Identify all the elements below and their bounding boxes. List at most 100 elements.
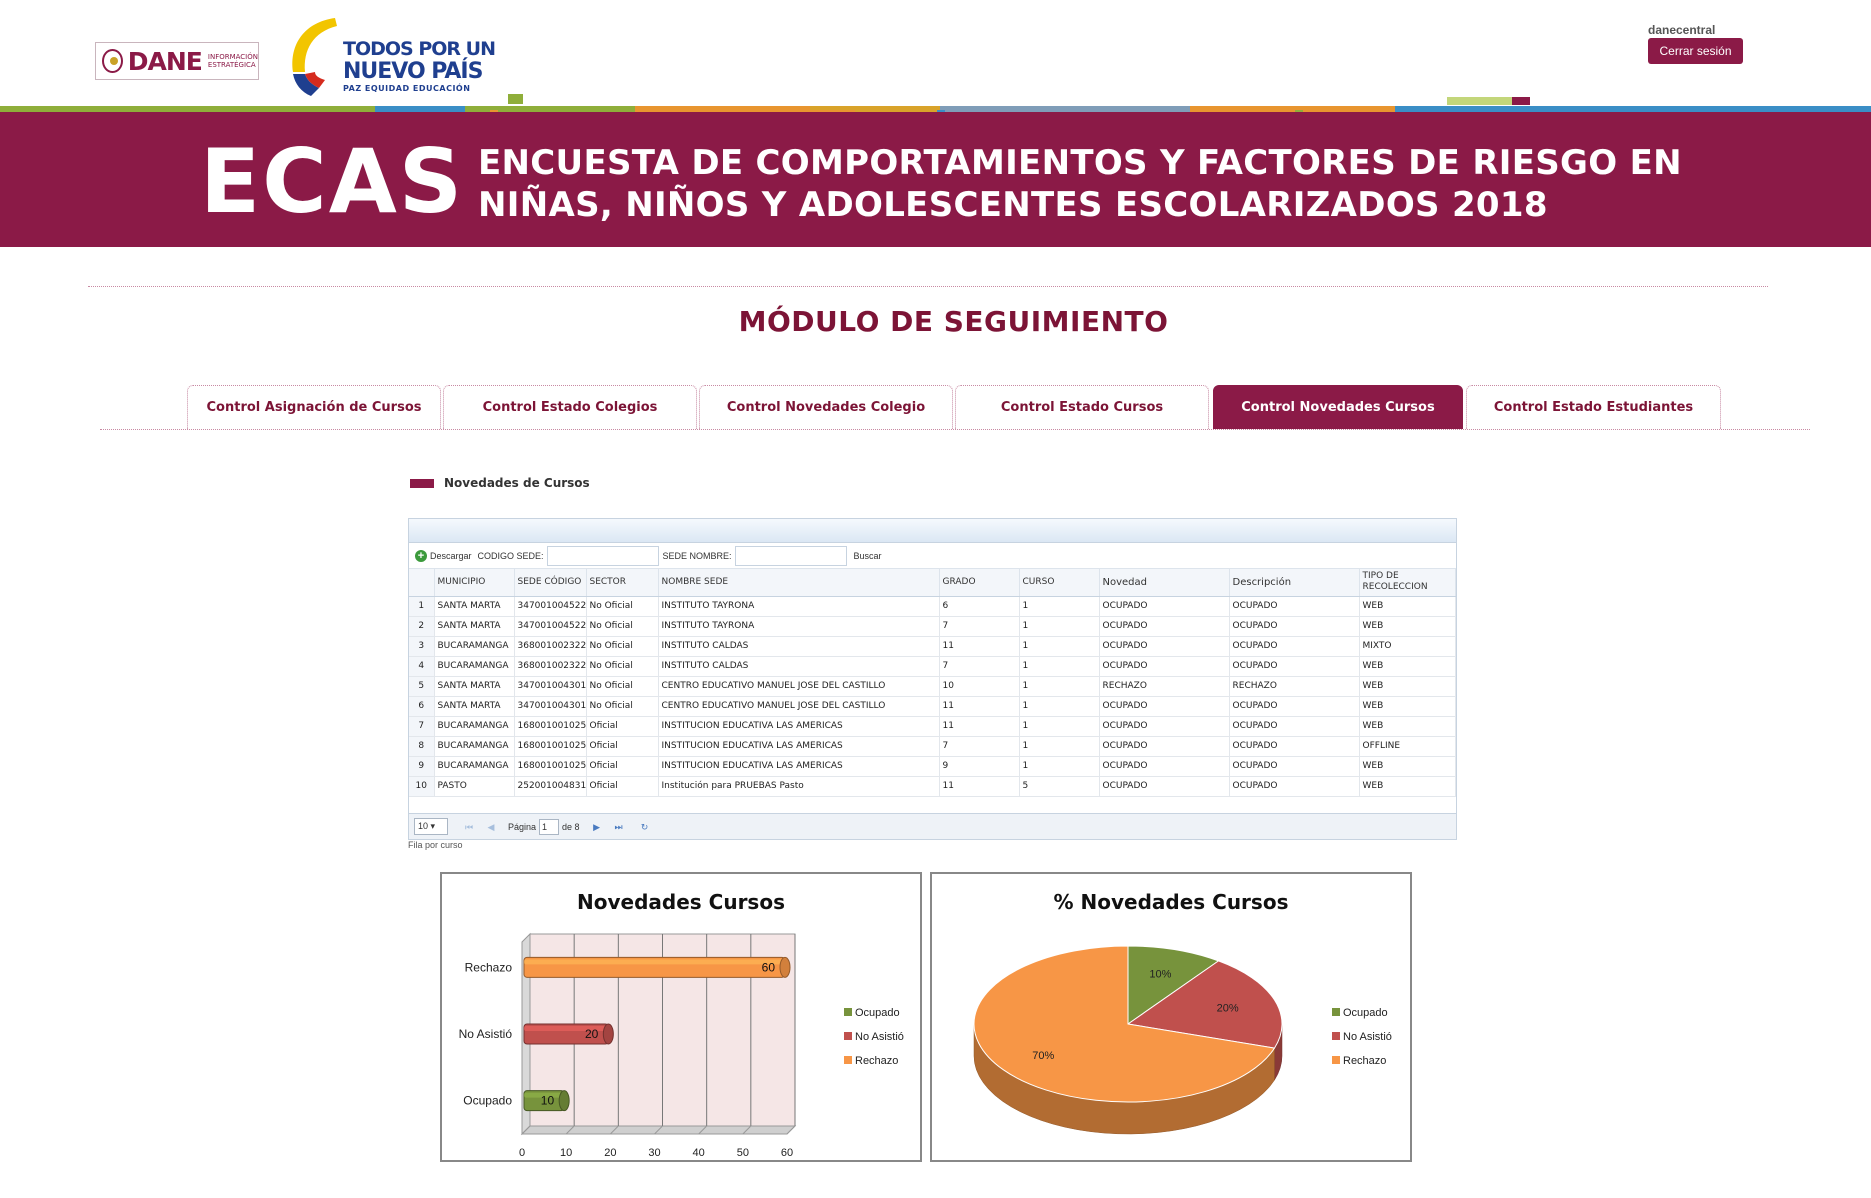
legend-swatch bbox=[844, 1032, 852, 1040]
logout-button[interactable]: Cerrar sesión bbox=[1648, 38, 1743, 64]
legend-label: No Asistió bbox=[1343, 1031, 1392, 1043]
table-row[interactable]: 6 SANTA MARTA 347001004301 No Oficial CENTRO… bbox=[409, 696, 1456, 717]
column-header-rownum bbox=[409, 569, 435, 597]
row-number: 10 bbox=[409, 776, 435, 797]
column-header[interactable]: Novedad bbox=[1099, 569, 1230, 597]
row-number: 7 bbox=[409, 716, 435, 737]
search-button[interactable]: Buscar bbox=[854, 551, 882, 561]
table-row[interactable]: 7 BUCARAMANGA 168001001025 Oficial INSTITUCI… bbox=[409, 716, 1456, 737]
page-number-input[interactable]: 1 bbox=[539, 818, 560, 835]
column-header[interactable]: SECTOR bbox=[586, 569, 659, 597]
sede-nombre-input[interactable] bbox=[734, 545, 847, 566]
column-header[interactable]: NOMBRE SEDE bbox=[658, 569, 940, 597]
bar-data-label: 60 bbox=[762, 960, 776, 974]
table-cell: No Oficial bbox=[586, 676, 659, 697]
table-cell: 7 bbox=[939, 656, 1020, 677]
table-cell: 11 bbox=[939, 636, 1020, 657]
table-row[interactable]: 8 BUCARAMANGA 168001001025 Oficial INSTITUCI… bbox=[409, 736, 1456, 757]
table-cell: WEB bbox=[1359, 596, 1456, 617]
grid-toolbar: + Descargar CODIGO SEDE: SEDE NOMBRE: Bu… bbox=[409, 543, 1456, 569]
next-page-icon[interactable]: ▶ bbox=[590, 820, 604, 834]
table-cell: 1 bbox=[1019, 676, 1100, 697]
table-cell: BUCARAMANGA bbox=[434, 756, 515, 777]
table-cell: WEB bbox=[1359, 696, 1456, 717]
last-page-icon[interactable]: ⏭ bbox=[612, 820, 626, 834]
x-tick-label: 40 bbox=[693, 1147, 705, 1159]
tab-control-estado-estudiantes[interactable]: Control Estado Estudiantes bbox=[1466, 385, 1721, 429]
table-cell: WEB bbox=[1359, 776, 1456, 797]
column-header[interactable]: SEDE CÓDIGO bbox=[514, 569, 587, 597]
column-header[interactable]: TIPO DE RECOLECCION bbox=[1359, 569, 1456, 597]
column-header[interactable]: GRADO bbox=[939, 569, 1020, 597]
table-row[interactable]: 5 SANTA MARTA 347001004301 No Oficial CENTRO… bbox=[409, 676, 1456, 697]
table-cell: SANTA MARTA bbox=[434, 696, 515, 717]
download-button[interactable]: Descargar bbox=[430, 551, 472, 561]
column-header[interactable]: Descripción bbox=[1229, 569, 1360, 597]
dane-logo-text: DANE bbox=[127, 46, 203, 76]
grid-pager: 10 ▾ ⏮ ◀ Página 1 de 8 ▶ ⏭ ↻ bbox=[409, 813, 1456, 839]
tab-control-asignacion-cursos[interactable]: Control Asignación de Cursos bbox=[187, 385, 441, 429]
table-cell: No Oficial bbox=[586, 616, 659, 637]
table-row[interactable]: 4 BUCARAMANGA 368001002322 No Oficial INSTIT… bbox=[409, 656, 1456, 677]
table-cell: INSTITUTO TAYRONA bbox=[658, 596, 940, 617]
survey-banner: ECAS ENCUESTA DE COMPORTAMIENTOS Y FACTO… bbox=[0, 112, 1871, 247]
pie-chart-panel: % Novedades Cursos 10% 20% 70% Ocupado No As… bbox=[930, 872, 1412, 1162]
tab-control-novedades-cursos[interactable]: Control Novedades Cursos bbox=[1213, 385, 1463, 429]
rows-per-page-value: 10 bbox=[418, 821, 429, 831]
table-row[interactable]: 10 PASTO 252001004831 Oficial Institución pa… bbox=[409, 776, 1456, 797]
dane-logo-subtitle: INFORMACIÓN ESTRATÉGICA bbox=[208, 53, 258, 69]
table-cell: 1 bbox=[1019, 616, 1100, 637]
row-number: 3 bbox=[409, 636, 435, 657]
table-cell: 1 bbox=[1019, 656, 1100, 677]
row-number: 1 bbox=[409, 596, 435, 617]
column-header[interactable]: CURSO bbox=[1019, 569, 1100, 597]
table-cell: BUCARAMANGA bbox=[434, 656, 515, 677]
username: danecentral bbox=[1648, 23, 1716, 37]
table-row[interactable]: 2 SANTA MARTA 347001004522 No Oficial INSTIT… bbox=[409, 616, 1456, 637]
prev-page-icon[interactable]: ◀ bbox=[484, 820, 498, 834]
tab-control-estado-cursos[interactable]: Control Estado Cursos bbox=[955, 385, 1209, 429]
table-cell: OCUPADO bbox=[1229, 616, 1360, 637]
table-cell: 168001001025 bbox=[514, 716, 587, 737]
todos-por-un-nuevo-pais-logo: TODOS POR UN NUEVO PAÍS PAZ EQUIDAD EDUC… bbox=[285, 14, 496, 96]
table-cell: OCUPADO bbox=[1229, 716, 1360, 737]
bar-end-cap bbox=[602, 1023, 614, 1045]
table-row[interactable]: 9 BUCARAMANGA 168001001025 Oficial INSTITUCI… bbox=[409, 756, 1456, 777]
table-cell: 347001004301 bbox=[514, 696, 587, 717]
add-download-icon[interactable]: + bbox=[415, 549, 427, 562]
grid-title-bar bbox=[409, 519, 1456, 543]
table-cell: WEB bbox=[1359, 716, 1456, 737]
table-cell: OCUPADO bbox=[1099, 636, 1230, 657]
section-label: Novedades de Cursos bbox=[410, 476, 590, 490]
y-category-label: No Asistió bbox=[459, 1027, 513, 1041]
table-cell: 9 bbox=[939, 756, 1020, 777]
refresh-icon[interactable]: ↻ bbox=[638, 820, 652, 834]
codigo-sede-input[interactable] bbox=[546, 545, 659, 566]
table-cell: INSTITUTO TAYRONA bbox=[658, 616, 940, 637]
table-row[interactable]: 1 SANTA MARTA 347001004522 No Oficial INSTIT… bbox=[409, 596, 1456, 617]
table-row[interactable]: 3 BUCARAMANGA 368001002322 No Oficial INSTIT… bbox=[409, 636, 1456, 657]
legend-label: Rechazo bbox=[1343, 1055, 1386, 1067]
tab-control-novedades-colegio[interactable]: Control Novedades Colegio bbox=[699, 385, 953, 429]
table-cell: 11 bbox=[939, 696, 1020, 717]
bar-data-label: 10 bbox=[541, 1094, 555, 1108]
tab-control-estado-colegios[interactable]: Control Estado Colegios bbox=[443, 385, 697, 429]
legend-swatch bbox=[844, 1008, 852, 1016]
table-cell: 347001004522 bbox=[514, 596, 587, 617]
bar-highlight bbox=[524, 959, 785, 965]
banner-title: ENCUESTA DE COMPORTAMIENTOS Y FACTORES D… bbox=[478, 142, 1682, 226]
row-number: 2 bbox=[409, 616, 435, 637]
row-number: 8 bbox=[409, 736, 435, 757]
table-cell: SANTA MARTA bbox=[434, 676, 515, 697]
table-cell: 1 bbox=[1019, 736, 1100, 757]
module-tabs: Control Asignación de Cursos Control Est… bbox=[100, 385, 1810, 430]
column-header[interactable]: MUNICIPIO bbox=[434, 569, 515, 597]
table-cell: 1 bbox=[1019, 596, 1100, 617]
first-page-icon[interactable]: ⏮ bbox=[462, 820, 476, 834]
legend-swatch bbox=[1332, 1056, 1340, 1064]
rows-per-page-select[interactable]: 10 ▾ bbox=[414, 818, 448, 835]
table-cell: MIXTO bbox=[1359, 636, 1456, 657]
table-cell: CENTRO EDUCATIVO MANUEL JOSE DEL CASTILL… bbox=[658, 676, 940, 697]
page-label: Página bbox=[508, 821, 537, 832]
pie-chart: 10% 20% 70% Ocupado No Asistió Rechazo bbox=[973, 945, 1392, 1135]
